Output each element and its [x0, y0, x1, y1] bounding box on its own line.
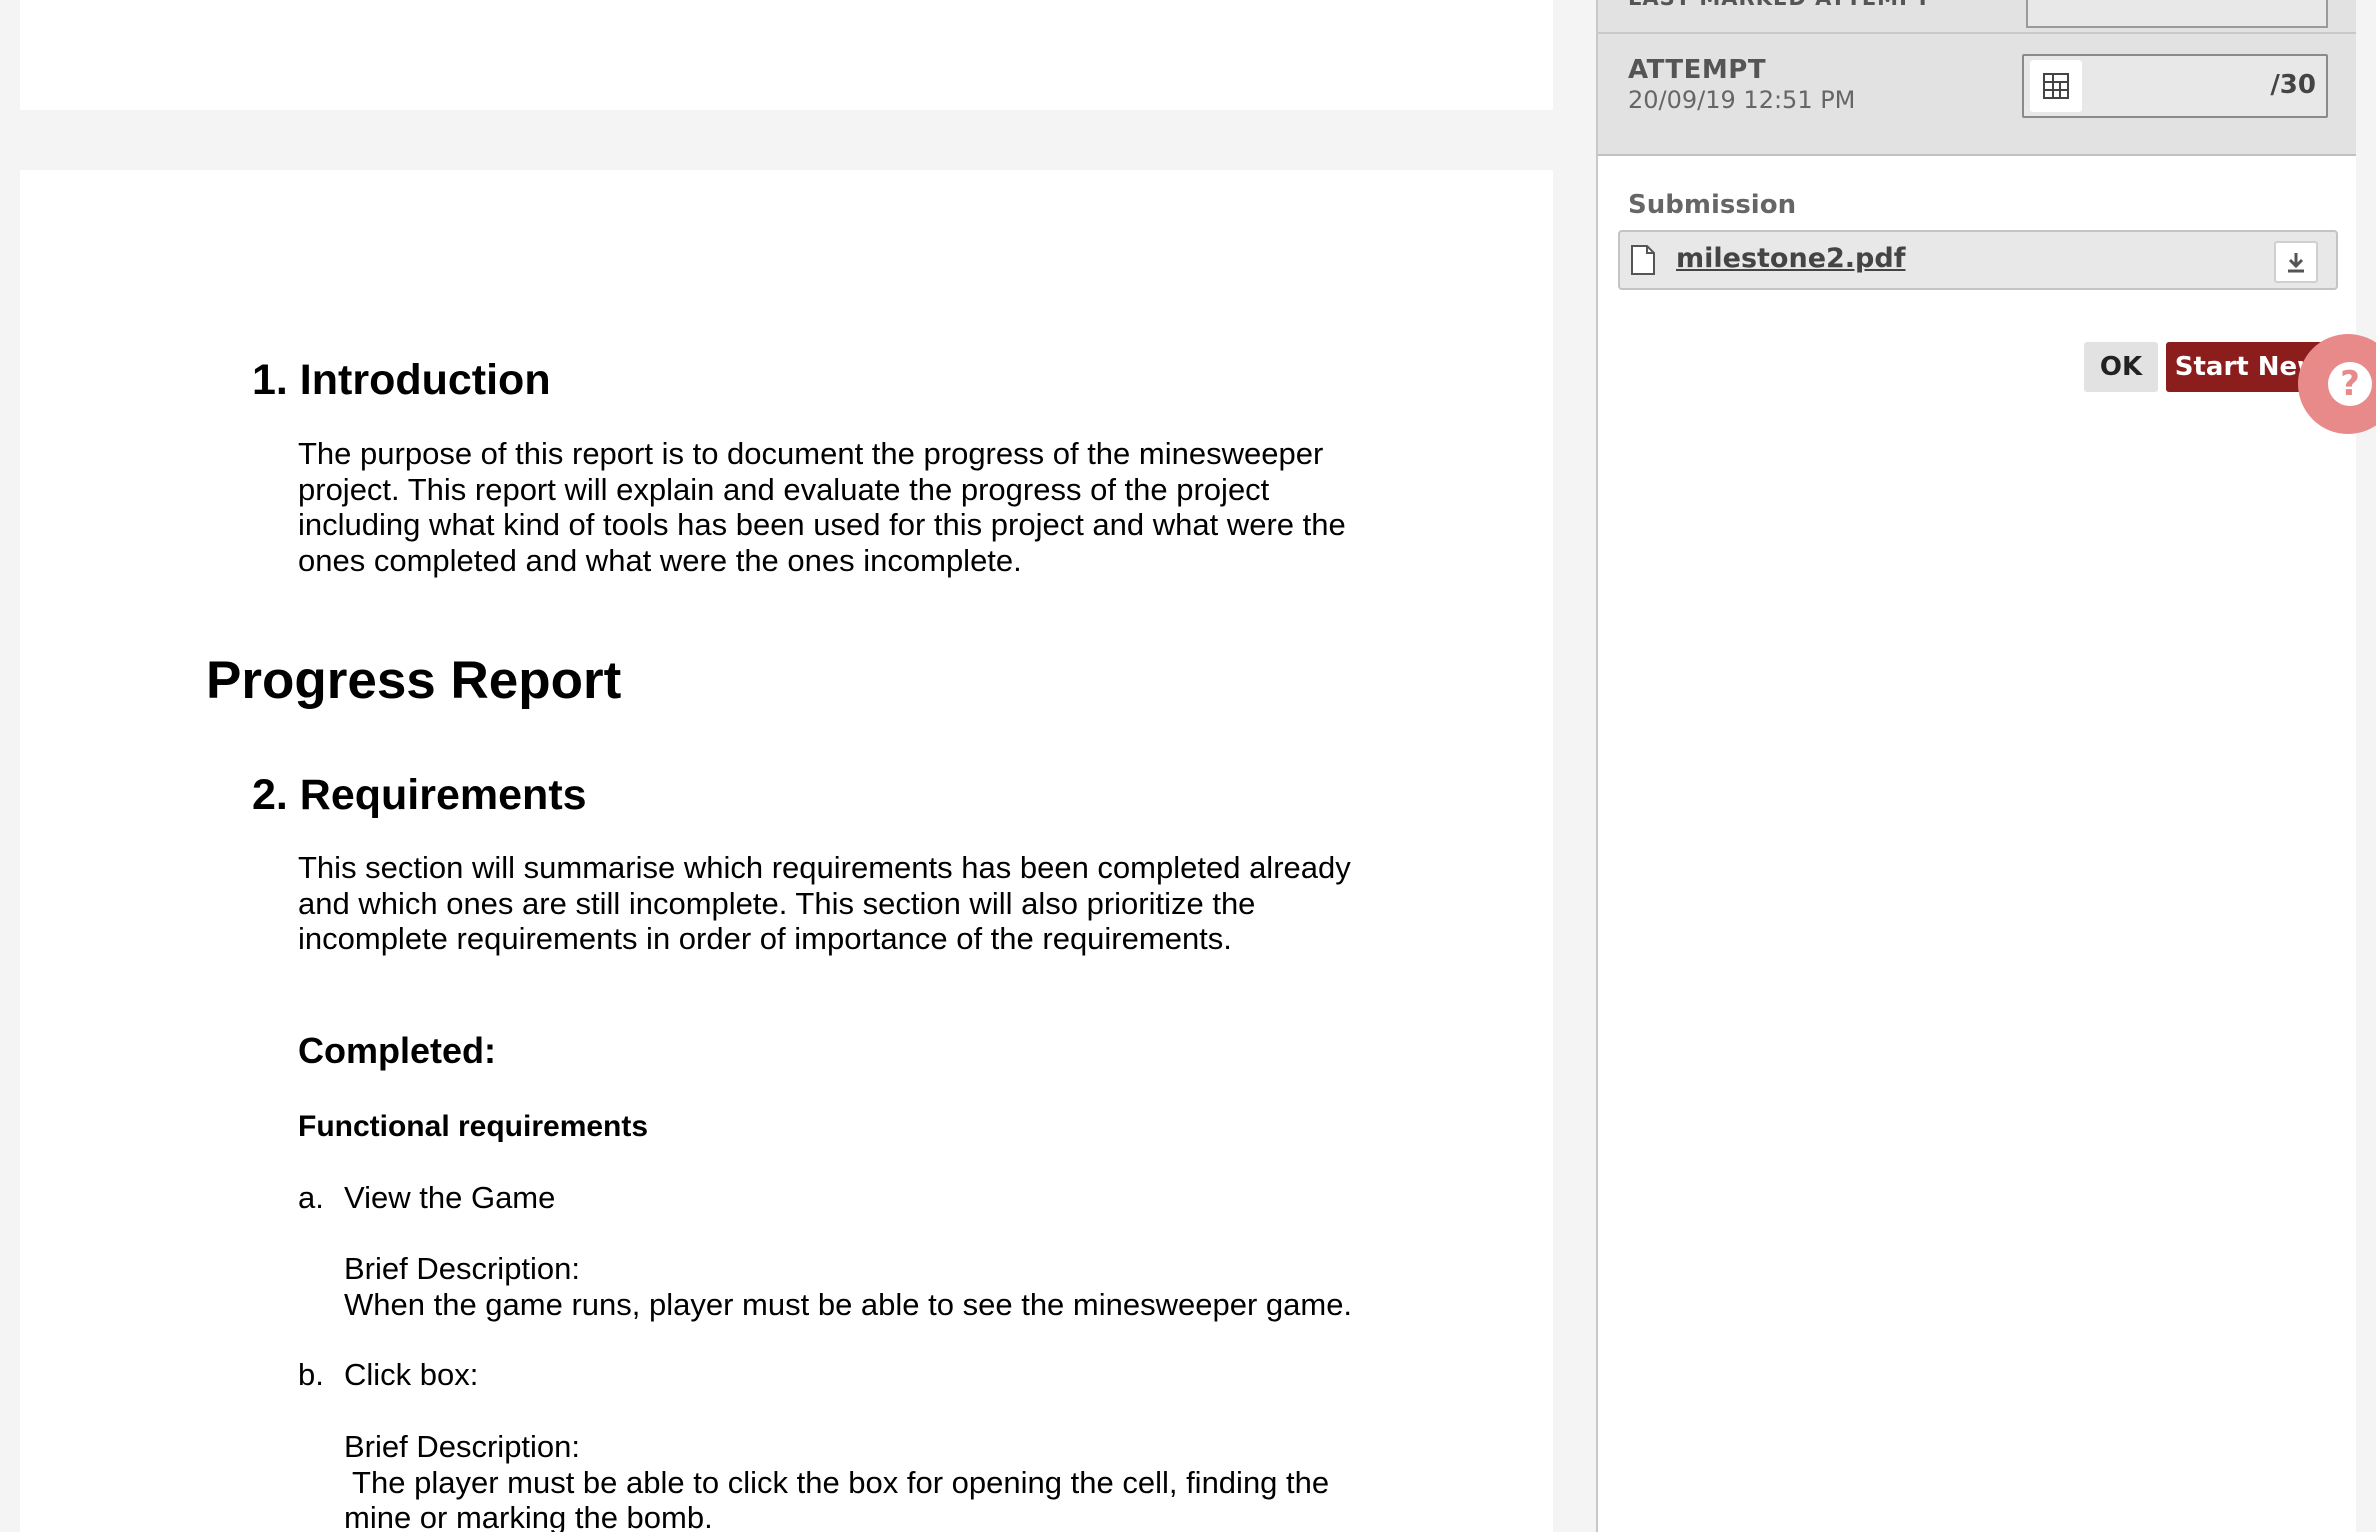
- download-button[interactable]: [2274, 241, 2318, 283]
- ok-button[interactable]: OK: [2084, 342, 2158, 392]
- document-viewer[interactable]: 1. Introduction The purpose of this repo…: [0, 0, 1596, 1532]
- attempt-label: ATTEMPT: [1628, 55, 1767, 85]
- item-b-title: Click box:: [344, 1357, 479, 1392]
- grading-panel: LAST MARKED ATTEMPT ATTEMPT 20/09/19 12:…: [1596, 0, 2358, 1532]
- rubric-grid-icon[interactable]: [2030, 60, 2082, 112]
- attempt-date: 20/09/19 12:51 PM: [1628, 86, 1856, 114]
- grade-max-points: /30: [2270, 70, 2316, 100]
- attempt-section: LAST MARKED ATTEMPT ATTEMPT 20/09/19 12:…: [1598, 0, 2358, 156]
- intro-heading: 1. Introduction: [252, 356, 551, 404]
- requirements-heading: 2. Requirements: [252, 771, 587, 819]
- completed-heading: Completed:: [298, 1030, 496, 1071]
- grade-input[interactable]: /30: [2022, 54, 2328, 118]
- last-marked-grade-box: [2026, 0, 2328, 28]
- item-b-description: Brief Description: The player must be ab…: [344, 1429, 1330, 1532]
- last-marked-attempt-label: LAST MARKED ATTEMPT: [1628, 0, 1931, 10]
- intro-paragraph: The purpose of this report is to documen…: [298, 436, 1346, 578]
- submission-file-row[interactable]: milestone2.pdf: [1618, 230, 2338, 290]
- item-a-title: View the Game: [344, 1180, 556, 1215]
- document-icon: [1630, 244, 1656, 280]
- download-icon: [2288, 253, 2304, 273]
- submission-file-link[interactable]: milestone2.pdf: [1676, 243, 1905, 274]
- window-edge: [2356, 0, 2376, 1532]
- item-a-description: Brief Description: When the game runs, p…: [344, 1251, 1353, 1322]
- divider: [1598, 32, 2358, 34]
- help-icon: ?: [2328, 362, 2372, 406]
- progress-report-heading: Progress Report: [206, 651, 622, 710]
- document-page: 1. Introduction The purpose of this repo…: [20, 170, 1553, 1532]
- item-b-marker: b.: [298, 1357, 324, 1392]
- functional-requirements-heading: Functional requirements: [298, 1110, 649, 1143]
- submission-label: Submission: [1628, 190, 1797, 220]
- item-a-marker: a.: [298, 1180, 324, 1215]
- requirements-paragraph: This section will summarise which requir…: [298, 850, 1351, 956]
- previous-page: [20, 0, 1553, 110]
